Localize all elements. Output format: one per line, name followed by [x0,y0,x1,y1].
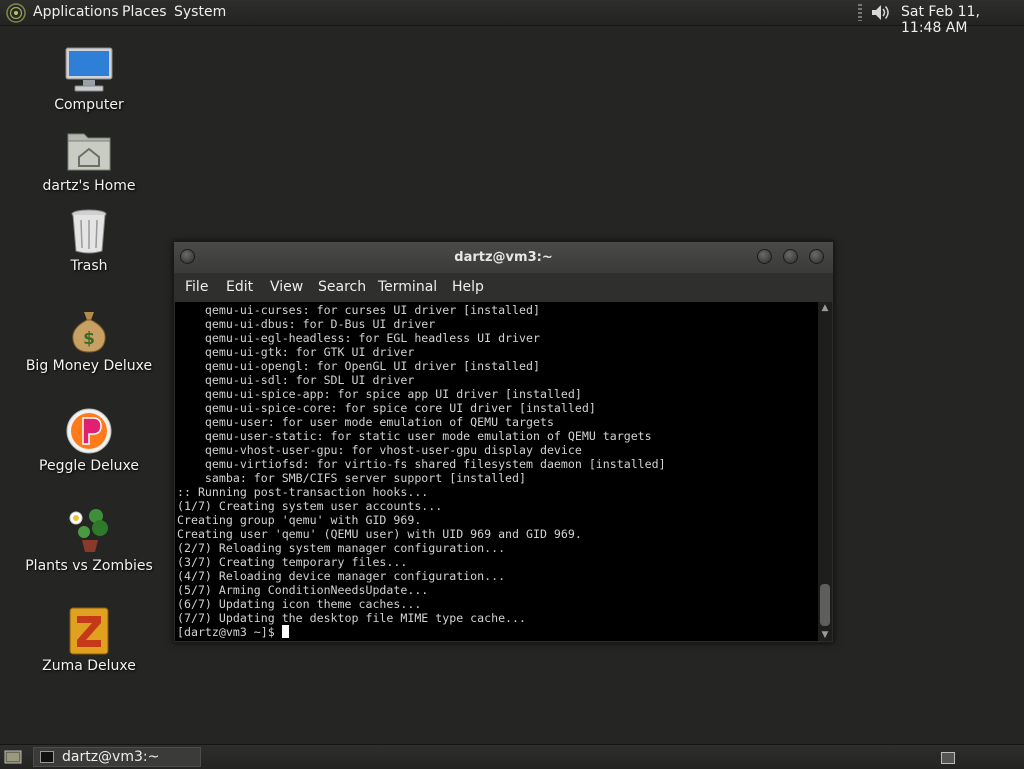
desktop-icon-label: Plants vs Zombies [25,558,153,574]
desktop-icon-computer[interactable]: Computer [22,45,156,113]
minimize-button[interactable] [757,249,772,264]
desktop-icon-plants-vs-zombies[interactable]: Plants vs Zombies [22,506,156,574]
taskbar-item-label: dartz@vm3:~ [62,749,160,765]
menu-file[interactable]: File [185,279,208,295]
terminal-line: (6/7) Updating icon theme caches... [177,597,422,611]
desktop-icon-label: Big Money Deluxe [25,358,153,374]
desktop-icon-big-money[interactable]: $ Big Money Deluxe [22,306,156,374]
terminal-line: Creating group 'qemu' with GID 969. [177,513,422,527]
panel-clock[interactable]: Sat Feb 11, 11:48 AM [901,4,1024,36]
menu-search[interactable]: Search [318,279,366,295]
terminal-menubar: File Edit View Search Terminal Help [174,273,833,302]
terminal-line: (2/7) Reloading system manager configura… [177,541,506,555]
maximize-button[interactable] [783,249,798,264]
desktop-icon-label: Peggle Deluxe [39,458,139,474]
svg-text:$: $ [83,329,95,349]
terminal-line: qemu-ui-egl-headless: for EGL headless U… [177,331,540,345]
terminal-line: (1/7) Creating system user accounts... [177,499,443,513]
money-bag-icon: $ [72,312,106,353]
terminal-line: (4/7) Reloading device manager configura… [177,569,506,583]
terminal-line: (7/7) Updating the desktop file MIME typ… [177,611,527,625]
terminal-line: (3/7) Creating temporary files... [177,555,408,569]
terminal-line: (5/7) Arming ConditionNeedsUpdate... [177,583,429,597]
terminal-line: qemu-ui-curses: for curses UI driver [in… [177,303,540,317]
menu-view[interactable]: View [270,279,303,295]
plants-vs-zombies-icon [69,509,108,552]
terminal-line: qemu-ui-opengl: for OpenGL UI driver [in… [177,359,540,373]
menu-help[interactable]: Help [452,279,484,295]
menu-applications[interactable]: Applications [33,4,119,20]
terminal-line: qemu-user-static: for static user mode e… [177,429,652,443]
top-panel: Applications Places System Sat Feb 11, 1… [0,0,1024,36]
desktop-icon-label: Computer [54,97,124,113]
trash-icon [71,209,107,254]
terminal-line: qemu-vhost-user-gpu: for vhost-user-gpu … [177,443,582,457]
menu-places[interactable]: Places [122,4,167,20]
terminal-output[interactable]: qemu-ui-curses: for curses UI driver [in… [175,302,818,641]
panel-handle[interactable] [858,4,862,21]
terminal-line: qemu-virtiofsd: for virtio-fs shared fil… [177,457,666,471]
desktop-icon-peggle[interactable]: Peggle Deluxe [22,406,156,474]
window-title: dartz@vm3:~ [454,250,553,265]
menu-system[interactable]: System [174,4,226,20]
peggle-icon [66,408,112,454]
terminal-line: qemu-ui-spice-core: for spice core UI dr… [177,401,596,415]
desktop-icon-zuma[interactable]: Zuma Deluxe [22,606,156,674]
terminal-prompt: [dartz@vm3 ~]$ [177,625,282,639]
close-button[interactable] [809,249,824,264]
workspace-switcher-icon[interactable] [941,752,955,764]
terminal-line: qemu-user: for user mode emulation of QE… [177,415,554,429]
desktop-icon-home[interactable]: dartz's Home [22,126,156,194]
show-desktop-icon[interactable] [4,749,22,765]
desktop-icon-trash[interactable]: Trash [22,206,156,274]
taskbar-item-terminal[interactable]: dartz@vm3:~ [33,747,201,767]
terminal-line: samba: for SMB/CIFS server support [inst… [177,471,527,485]
terminal-window: dartz@vm3:~ File Edit View Search Termin… [173,241,834,643]
bottom-panel: dartz@vm3:~ [0,744,1024,769]
computer-icon [65,47,113,92]
terminal-line: Creating user 'qemu' (QEMU user) with UI… [177,527,582,541]
gnome-foot-icon[interactable] [6,3,26,23]
desktop-icon-label: dartz's Home [42,178,136,194]
scroll-up-arrow-icon[interactable]: ▲ [818,302,832,314]
desktop-icon-label: Zuma Deluxe [42,658,136,674]
terminal-icon [40,751,54,763]
window-titlebar[interactable]: dartz@vm3:~ [174,242,833,273]
terminal-line: qemu-ui-gtk: for GTK UI driver [177,345,415,359]
desktop-icon-label: Trash [70,258,108,274]
terminal-line: qemu-ui-dbus: for D-Bus UI driver [177,317,436,331]
speaker-icon[interactable] [869,2,891,23]
terminal-line: qemu-ui-sdl: for SDL UI driver [177,373,415,387]
menu-terminal[interactable]: Terminal [378,279,437,295]
terminal-line: qemu-ui-spice-app: for spice app UI driv… [177,387,582,401]
terminal-scrollbar[interactable]: ▲ ▼ [818,302,832,641]
home-folder-icon [67,133,111,171]
terminal-prompt-line[interactable]: [dartz@vm3 ~]$ [177,625,289,639]
menu-edit[interactable]: Edit [226,279,253,295]
zuma-icon [69,607,109,655]
scroll-down-arrow-icon[interactable]: ▼ [818,629,832,641]
terminal-line: :: Running post-transaction hooks... [177,485,429,499]
text-cursor [281,625,289,638]
scrollbar-thumb[interactable] [820,584,830,626]
